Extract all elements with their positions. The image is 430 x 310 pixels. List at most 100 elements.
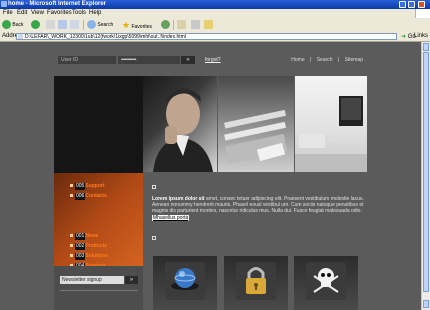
- toolbar-divider: [173, 20, 174, 30]
- menu-favorites[interactable]: Favorites: [47, 10, 72, 16]
- menu-file[interactable]: File: [3, 10, 13, 16]
- go-arrow-icon: ➜: [401, 34, 407, 40]
- globe-icon: [171, 268, 199, 290]
- header-left-panel: [54, 76, 143, 173]
- minimize-button[interactable]: [399, 1, 406, 8]
- printer-icon: [191, 20, 200, 30]
- address-url: D:\LEFAR\_WORK_12300\1ub\12(fwork\1ixgp\…: [25, 34, 186, 40]
- card-inner: [236, 262, 276, 300]
- menu-label: Products: [85, 243, 108, 249]
- top-nav: Home | Search | Sitemap: [289, 56, 365, 64]
- stop-button[interactable]: [46, 20, 55, 30]
- forward-arrow-icon: [31, 20, 40, 30]
- home-button[interactable]: [70, 20, 79, 30]
- print-button[interactable]: [191, 20, 200, 30]
- skull-icon: [313, 268, 339, 293]
- header-photo-paper-tray: [218, 76, 294, 172]
- search-label: Search: [97, 22, 114, 28]
- menu-number: 002: [75, 243, 86, 250]
- menu-help[interactable]: Help: [89, 10, 101, 16]
- history-button[interactable]: [161, 20, 170, 30]
- forward-button[interactable]: [31, 20, 40, 30]
- back-arrow-icon: [2, 20, 11, 30]
- stop-icon: [46, 20, 55, 30]
- bullet-icon: [70, 194, 73, 198]
- intro-text: Lorem ipsum dolor sit amet, consec tetue…: [152, 196, 368, 221]
- windows-logo-icon: [415, 9, 430, 18]
- nav-sitemap[interactable]: Sitemap: [345, 57, 363, 63]
- section-bullet-icon: [152, 236, 156, 240]
- nav-separator: |: [337, 57, 340, 63]
- menu-number: 001: [75, 233, 86, 240]
- nav-separator: |: [310, 57, 312, 63]
- address-bar: Address D:\LEFAR\_WORK_12300\1ub\12(fwor…: [0, 32, 430, 42]
- newsletter-go-button[interactable]: »: [125, 276, 138, 284]
- star-icon: ★: [122, 20, 131, 30]
- sidebar-item-products[interactable]: 002Products: [70, 243, 107, 250]
- forgot-link[interactable]: forgot?: [205, 56, 221, 64]
- vertical-scrollbar[interactable]: [421, 42, 430, 310]
- menu-tools[interactable]: Tools: [72, 10, 86, 16]
- user-id-field[interactable]: User ID: [58, 56, 116, 64]
- sidebar-item-news[interactable]: 001News: [70, 233, 98, 240]
- mail-icon: [177, 20, 186, 30]
- close-button[interactable]: [418, 1, 425, 8]
- favorites-button[interactable]: ★ Favorites: [122, 20, 152, 30]
- maximize-button[interactable]: [408, 1, 415, 8]
- edit-icon: [204, 20, 213, 30]
- menu-number: 003: [75, 253, 86, 260]
- favorites-label: Favorites: [131, 24, 153, 30]
- menu-label: Contacts: [85, 193, 107, 199]
- scroll-up-arrow-icon[interactable]: [423, 43, 429, 51]
- newsletter-section: Newsletter signup »: [54, 266, 143, 310]
- toolbar-divider: [83, 20, 84, 30]
- back-button[interactable]: Back: [2, 20, 24, 30]
- header-photo-businessman: [143, 76, 217, 172]
- web-page: User ID •••••••••••• » forgot? Home | Se…: [0, 42, 421, 310]
- refresh-icon: [58, 20, 67, 30]
- sidebar-item-contacts[interactable]: 006Contacts: [70, 193, 107, 200]
- address-input[interactable]: D:\LEFAR\_WORK_12300\1ub\12(fwork\1ixgp\…: [16, 33, 397, 40]
- scroll-thumb[interactable]: [423, 52, 429, 292]
- search-button[interactable]: Search: [87, 20, 113, 30]
- search-icon: [87, 20, 96, 30]
- card-inner: [306, 262, 346, 300]
- nav-search[interactable]: Search: [317, 57, 333, 63]
- edit-button[interactable]: [204, 20, 213, 30]
- menu-edit[interactable]: Edit: [17, 10, 27, 16]
- divider: [60, 290, 138, 291]
- feature-card-danger[interactable]: [294, 256, 358, 310]
- mail-button[interactable]: [177, 20, 186, 30]
- feature-card-globe[interactable]: [153, 256, 217, 310]
- history-icon: [161, 20, 170, 30]
- menu-label: Solutions: [85, 253, 109, 259]
- menu-label: Support: [85, 183, 105, 189]
- scroll-down-arrow-icon[interactable]: [423, 300, 429, 308]
- login-go-button[interactable]: »: [181, 56, 195, 64]
- menu-number: 006: [75, 193, 86, 200]
- links-button[interactable]: Links: [414, 33, 428, 39]
- page-icon: [18, 34, 23, 39]
- nav-home[interactable]: Home: [291, 57, 304, 63]
- padlock-icon: [246, 267, 266, 294]
- menu-view[interactable]: View: [31, 10, 44, 16]
- toolbar: Back Search ★ Favorites: [0, 18, 430, 33]
- feature-card-security[interactable]: [224, 256, 288, 310]
- sidebar-item-solutions[interactable]: 003Solutions: [70, 253, 108, 260]
- menu-label: News: [85, 233, 99, 239]
- section-bullet-icon: [152, 185, 156, 189]
- more-link[interactable]: Mhasellus porta: [152, 214, 190, 221]
- newsletter-input[interactable]: Newsletter signup: [60, 276, 124, 284]
- intro-lead: Lorem ipsum dolor sit: [152, 196, 205, 202]
- header-photo-office: [295, 76, 367, 172]
- bullet-icon: [70, 184, 73, 188]
- bullet-icon: [70, 254, 73, 258]
- sidebar-item-support[interactable]: 005Support: [70, 183, 105, 190]
- bullet-icon: [70, 234, 73, 238]
- password-field[interactable]: ••••••••••••: [118, 56, 180, 64]
- home-icon: [70, 20, 79, 30]
- back-label: Back: [12, 22, 24, 28]
- window-titlebar: home - Microsoft Internet Explorer: [0, 0, 430, 9]
- refresh-button[interactable]: [58, 20, 67, 30]
- ie-app-icon: [1, 1, 7, 7]
